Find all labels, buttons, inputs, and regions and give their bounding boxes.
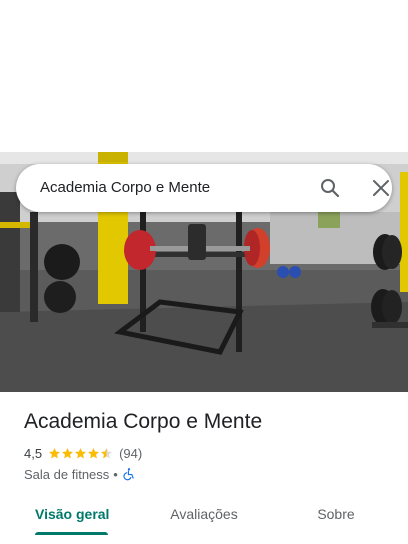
tab-visao-geral[interactable]: Visão geral [35,496,109,534]
active-tab-indicator [35,532,108,535]
star-full-icon [88,447,99,458]
search-bar[interactable]: Academia Corpo e Mente [16,164,392,212]
search-input[interactable]: Academia Corpo e Mente [40,179,210,196]
separator-dot: • [113,466,118,482]
rating-row[interactable]: 4,5 (94) [24,445,142,461]
search-icon[interactable] [318,176,342,200]
place-title: Academia Corpo e Mente [24,410,263,433]
rating-value: 4,5 [24,445,43,461]
close-icon[interactable] [369,176,393,200]
tab-avaliacoes[interactable]: Avaliações [160,496,248,534]
rating-stars [48,447,113,460]
place-category: Sala de fitness [24,466,110,482]
map-blank-area [0,0,408,152]
star-full-icon [49,447,60,458]
star-full-icon [62,447,73,458]
tab-sobre[interactable]: Sobre [306,496,366,534]
place-tabs: Visão geral Avaliações Sobre [0,496,408,544]
star-half-icon [101,447,112,458]
review-count[interactable]: (94) [119,446,142,461]
wheelchair-icon [123,468,134,481]
category-row: Sala de fitness • [24,466,136,482]
star-full-icon [75,447,86,458]
